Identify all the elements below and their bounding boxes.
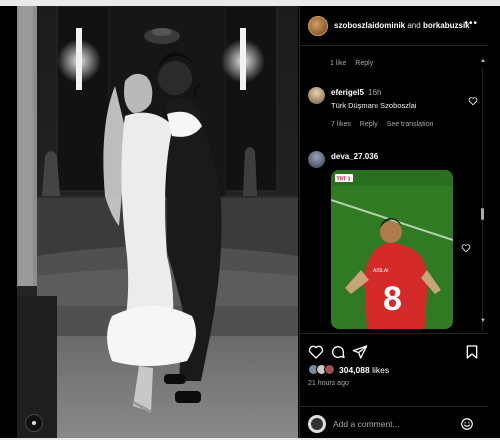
author-username-1[interactable]: szoboszlaidominik <box>334 21 405 30</box>
comment-reply-button[interactable]: Reply <box>360 121 378 128</box>
comment-reply-button[interactable]: Reply <box>355 60 373 67</box>
comment-likes[interactable]: 7 likes <box>331 121 351 128</box>
emoji-icon[interactable] <box>460 417 474 431</box>
comments-scrollbar[interactable] <box>480 68 485 332</box>
likes-summary[interactable]: 304,088 likes <box>308 364 389 375</box>
comment-username[interactable]: deva_27.036 <box>331 152 378 161</box>
scoreboard-text: TRT 1 <box>337 177 351 183</box>
heart-icon[interactable] <box>461 243 471 253</box>
comment-username-text[interactable]: eferigel5 <box>331 88 364 97</box>
author-avatar[interactable] <box>308 15 328 36</box>
comments-panel: szoboszlaidominik and borkabuzsik ••• 1 … <box>299 6 488 438</box>
liker-avatar <box>324 364 335 375</box>
see-translation-link[interactable]: See translation <box>387 121 434 128</box>
scrollbar-thumb[interactable] <box>481 208 484 220</box>
post-timestamp: 21 hours ago <box>308 380 349 387</box>
jersey-name: AISLAI <box>373 268 389 274</box>
heart-icon[interactable] <box>308 344 324 360</box>
share-icon[interactable] <box>352 344 368 360</box>
gif-image: TRT 1 AISLAI 8 <box>331 170 453 329</box>
scroll-down-arrow-icon[interactable]: ▼ <box>480 318 486 324</box>
comment-username[interactable]: eferigel5 16h <box>331 88 382 97</box>
likes-number[interactable]: 304,088 <box>339 365 370 375</box>
comment-time: 16h <box>368 88 382 97</box>
commenter-avatar[interactable] <box>308 87 325 104</box>
comment-username-text[interactable]: deva_27.036 <box>331 152 378 161</box>
likes-count[interactable]: 304,088 likes <box>339 365 389 375</box>
post-authors: szoboszlaidominik and borkabuzsik <box>334 21 470 30</box>
add-comment-input[interactable] <box>333 417 453 431</box>
commenter-avatar[interactable] <box>308 151 325 168</box>
comment-likes[interactable]: 1 like <box>330 60 346 67</box>
current-user-avatar <box>308 415 326 433</box>
comment-meta: 1 like Reply <box>330 60 380 67</box>
more-options-icon[interactable]: ••• <box>464 18 478 29</box>
comment-gif[interactable]: TRT 1 AISLAI 8 <box>331 170 453 329</box>
comment-list[interactable]: 1 like Reply eferigel5 16h Türk Düşmanı … <box>300 47 488 332</box>
author-username-2[interactable]: borkabuzsik <box>423 21 470 30</box>
likes-label[interactable]: likes <box>372 365 389 375</box>
photo-illustration <box>17 6 298 440</box>
post-photo[interactable] <box>17 6 298 440</box>
comment-text: Türk Düşmanı Szoboszlai <box>331 101 417 110</box>
scrollbar-track[interactable] <box>482 68 483 332</box>
bookmark-icon[interactable] <box>464 344 480 360</box>
photo-tag-icon[interactable] <box>25 414 43 432</box>
scroll-up-arrow-icon[interactable]: ▲ <box>480 58 486 64</box>
jersey-number: 8 <box>383 280 402 318</box>
comment-composer <box>300 406 488 438</box>
authors-connector: and <box>407 21 421 30</box>
heart-icon[interactable] <box>468 96 478 106</box>
comment-icon[interactable] <box>330 344 346 360</box>
post-modal: szoboszlaidominik and borkabuzsik ••• 1 … <box>0 0 500 440</box>
post-header: szoboszlaidominik and borkabuzsik ••• <box>300 6 488 46</box>
post-actions <box>300 333 488 363</box>
comment-meta: 7 likes Reply See translation <box>331 121 440 128</box>
